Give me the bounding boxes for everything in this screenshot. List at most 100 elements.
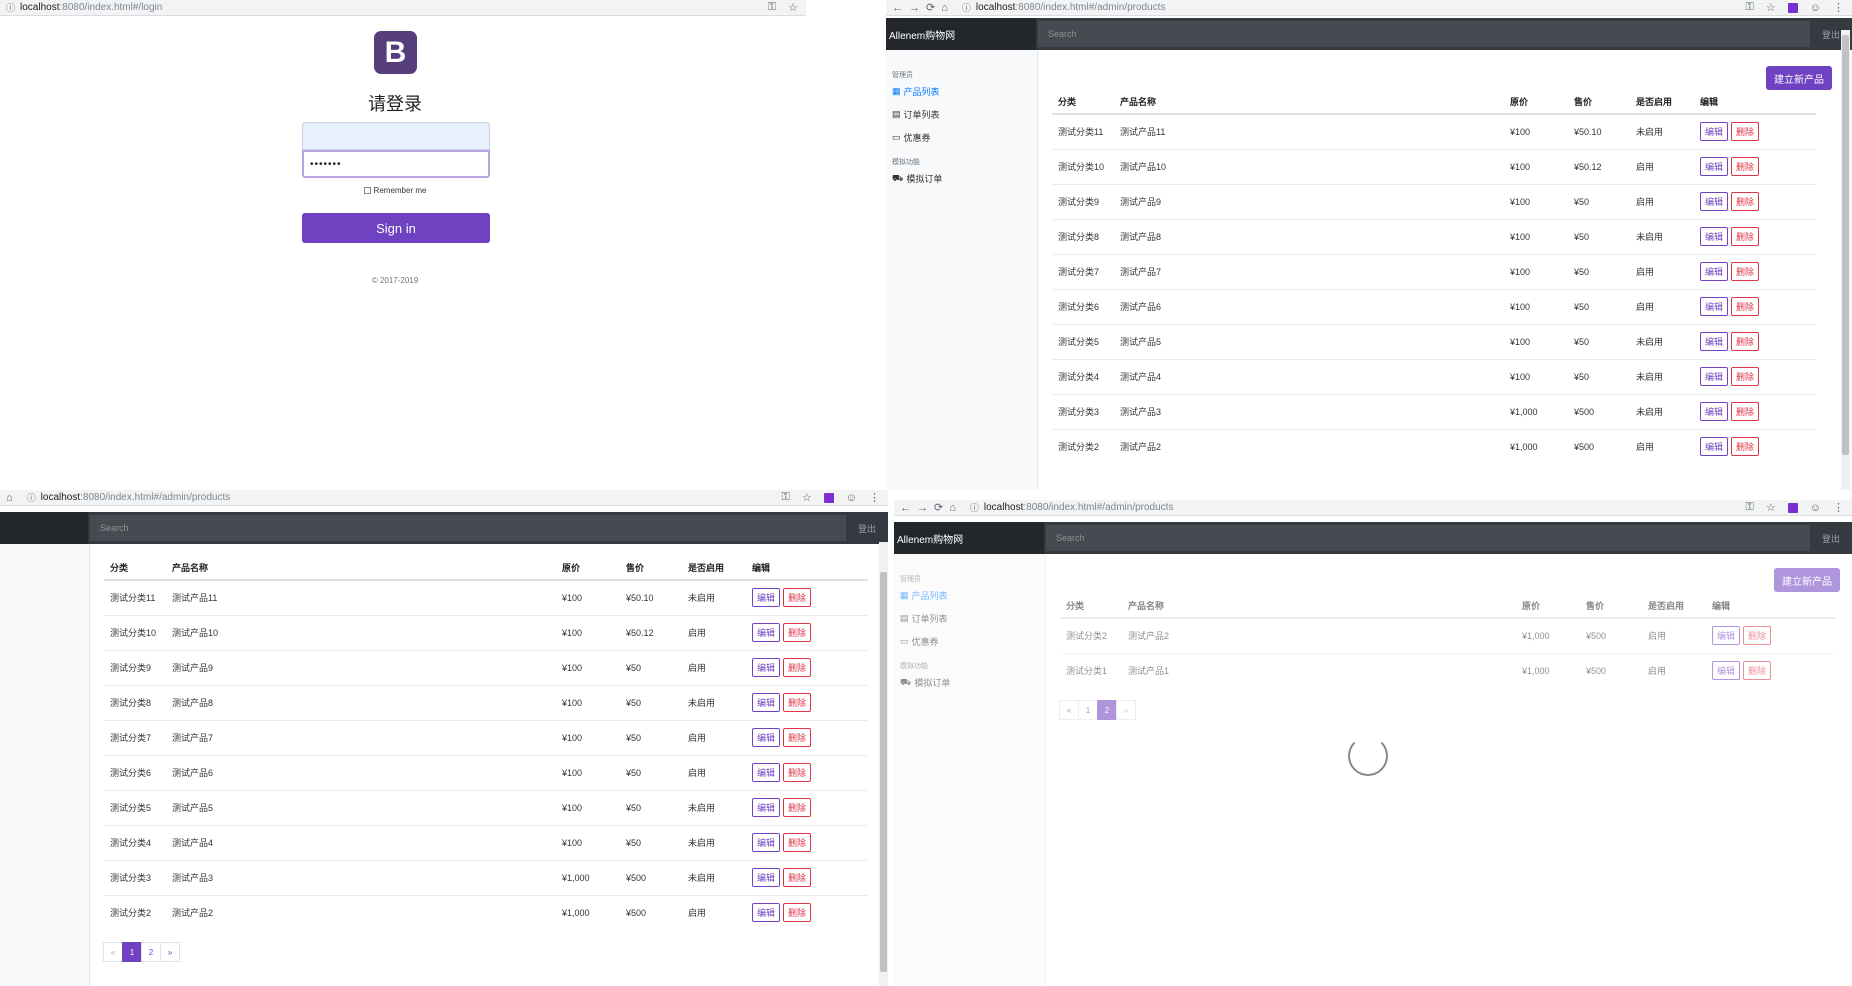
delete-button[interactable]: 删除 xyxy=(783,623,812,642)
menu-icon[interactable]: ⋮ xyxy=(1833,501,1844,514)
pager-prev[interactable]: « xyxy=(1059,700,1079,720)
search-input[interactable]: Search xyxy=(1038,21,1810,47)
edit-button[interactable]: 编辑 xyxy=(1700,227,1729,246)
address-bar[interactable]: ←→⟳⌂ ⓘ localhost:8080/index.html#/admin/… xyxy=(886,0,1852,16)
edit-button[interactable]: 编辑 xyxy=(1700,332,1729,351)
info-icon[interactable]: ⓘ xyxy=(6,1,15,14)
key-icon[interactable]: ⚿ xyxy=(768,1,776,14)
delete-button[interactable]: 删除 xyxy=(1743,661,1772,681)
star-icon[interactable]: ☆ xyxy=(788,1,798,14)
key-icon[interactable]: ⚿ xyxy=(1746,501,1754,514)
nav-buttons[interactable]: ←→⟳⌂ xyxy=(892,1,954,14)
delete-button[interactable]: 删除 xyxy=(783,658,812,677)
profile-icon[interactable]: ☺ xyxy=(1810,2,1821,14)
scrollbar[interactable] xyxy=(1841,30,1850,490)
pager-page[interactable]: 1 xyxy=(122,942,142,962)
edit-button[interactable]: 编辑 xyxy=(1712,661,1741,681)
info-icon[interactable]: ⓘ xyxy=(27,491,36,504)
menu-icon[interactable]: ⋮ xyxy=(869,491,880,504)
delete-button[interactable]: 删除 xyxy=(1731,332,1760,351)
edit-button[interactable]: 编辑 xyxy=(1700,262,1729,281)
sidebar-item-coupons[interactable]: ▭ 优惠券 xyxy=(886,126,1037,149)
delete-button[interactable]: 删除 xyxy=(783,763,812,782)
brand[interactable]: Allenem购物网 xyxy=(886,18,1036,50)
key-icon[interactable]: ⚿ xyxy=(1746,1,1754,14)
pager-page[interactable]: 2 xyxy=(1097,700,1117,720)
scrollbar[interactable] xyxy=(879,542,888,986)
profile-icon[interactable]: ☺ xyxy=(1810,502,1821,514)
edit-button[interactable]: 编辑 xyxy=(752,798,781,817)
delete-button[interactable]: 删除 xyxy=(1731,192,1760,211)
address-bar[interactable]: ←→⟳⌂ ⓘ localhost:8080/index.html#/admin/… xyxy=(894,500,1852,516)
scrollbar-thumb[interactable] xyxy=(880,572,887,972)
scrollbar-thumb[interactable] xyxy=(1842,35,1849,455)
delete-button[interactable]: 删除 xyxy=(1731,227,1760,246)
delete-button[interactable]: 删除 xyxy=(1731,437,1760,457)
address-bar[interactable]: ⓘ localhost:8080/index.html#/login ⚿ ☆ xyxy=(0,0,806,16)
search-input[interactable]: Search xyxy=(1046,525,1810,551)
edit-button[interactable]: 编辑 xyxy=(752,623,781,642)
edit-button[interactable]: 编辑 xyxy=(752,868,781,887)
edit-button[interactable]: 编辑 xyxy=(752,693,781,712)
home-icon[interactable]: ⌂ xyxy=(6,492,19,504)
delete-button[interactable]: 删除 xyxy=(1743,626,1772,646)
username-input[interactable] xyxy=(302,122,490,150)
nav-buttons[interactable]: ←→⟳⌂ xyxy=(900,501,962,514)
sidebar-item-products[interactable]: ▦ 产品列表 xyxy=(894,584,1045,607)
info-icon[interactable]: ⓘ xyxy=(970,501,979,514)
edit-button[interactable]: 编辑 xyxy=(1700,297,1729,316)
new-product-button[interactable]: 建立新产品 xyxy=(1774,568,1840,592)
delete-button[interactable]: 删除 xyxy=(783,833,812,852)
logout-link[interactable]: 登出 xyxy=(1810,522,1852,554)
pager-page[interactable]: 1 xyxy=(1078,700,1098,720)
address-bar[interactable]: ⌂ ⓘ localhost:8080/index.html#/admin/pro… xyxy=(0,490,888,506)
pager-prev[interactable]: « xyxy=(103,942,123,962)
star-icon[interactable]: ☆ xyxy=(1766,501,1776,514)
pager-next[interactable]: » xyxy=(160,942,180,962)
pager-next[interactable]: » xyxy=(1116,700,1136,720)
search-input[interactable]: Search xyxy=(90,515,846,541)
edit-button[interactable]: 编辑 xyxy=(1700,192,1729,211)
sign-in-button[interactable]: Sign in xyxy=(302,213,490,243)
sidebar-item-simulate-order[interactable]: ⛟ 模拟订单 xyxy=(886,167,1037,190)
remember-checkbox[interactable] xyxy=(363,187,371,194)
brand[interactable]: Allenem购物网 xyxy=(894,522,1044,554)
edit-button[interactable]: 编辑 xyxy=(752,833,781,852)
edit-button[interactable]: 编辑 xyxy=(1700,122,1729,142)
sidebar-item-orders[interactable]: ▤ 订单列表 xyxy=(894,607,1045,630)
edit-button[interactable]: 编辑 xyxy=(752,903,781,923)
sidebar-item-coupons[interactable]: ▭ 优惠券 xyxy=(894,630,1045,653)
delete-button[interactable]: 删除 xyxy=(1731,402,1760,421)
delete-button[interactable]: 删除 xyxy=(783,728,812,747)
edit-button[interactable]: 编辑 xyxy=(752,588,781,608)
edit-button[interactable]: 编辑 xyxy=(1700,402,1729,421)
key-icon[interactable]: ⚿ xyxy=(782,491,790,504)
delete-button[interactable]: 删除 xyxy=(1731,262,1760,281)
sidebar-item-orders[interactable]: ▤ 订单列表 xyxy=(886,103,1037,126)
edit-button[interactable]: 编辑 xyxy=(752,763,781,782)
sidebar-item-products[interactable]: ▦ 产品列表 xyxy=(886,80,1037,103)
profile-icon[interactable]: ☺ xyxy=(846,492,857,504)
remember-me[interactable]: Remember me xyxy=(0,186,790,195)
edit-button[interactable]: 编辑 xyxy=(1700,437,1729,457)
edit-button[interactable]: 编辑 xyxy=(1700,367,1729,386)
new-product-button[interactable]: 建立新产品 xyxy=(1766,66,1832,90)
password-input[interactable]: ••••••• xyxy=(302,150,490,178)
delete-button[interactable]: 删除 xyxy=(1731,367,1760,386)
delete-button[interactable]: 删除 xyxy=(783,588,812,608)
logout-link[interactable]: 登出 xyxy=(846,512,888,544)
delete-button[interactable]: 删除 xyxy=(783,903,812,923)
edit-button[interactable]: 编辑 xyxy=(1712,626,1741,646)
pager-page[interactable]: 2 xyxy=(141,942,161,962)
extension-icon[interactable] xyxy=(1787,2,1798,13)
brand[interactable] xyxy=(0,512,88,544)
star-icon[interactable]: ☆ xyxy=(802,491,812,504)
sidebar-item-simulate-order[interactable]: ⛟ 模拟订单 xyxy=(894,671,1045,694)
edit-button[interactable]: 编辑 xyxy=(752,658,781,677)
delete-button[interactable]: 删除 xyxy=(783,868,812,887)
delete-button[interactable]: 删除 xyxy=(1731,122,1760,142)
delete-button[interactable]: 删除 xyxy=(1731,297,1760,316)
extension-icon[interactable] xyxy=(1787,502,1798,513)
delete-button[interactable]: 删除 xyxy=(783,693,812,712)
star-icon[interactable]: ☆ xyxy=(1766,1,1776,14)
